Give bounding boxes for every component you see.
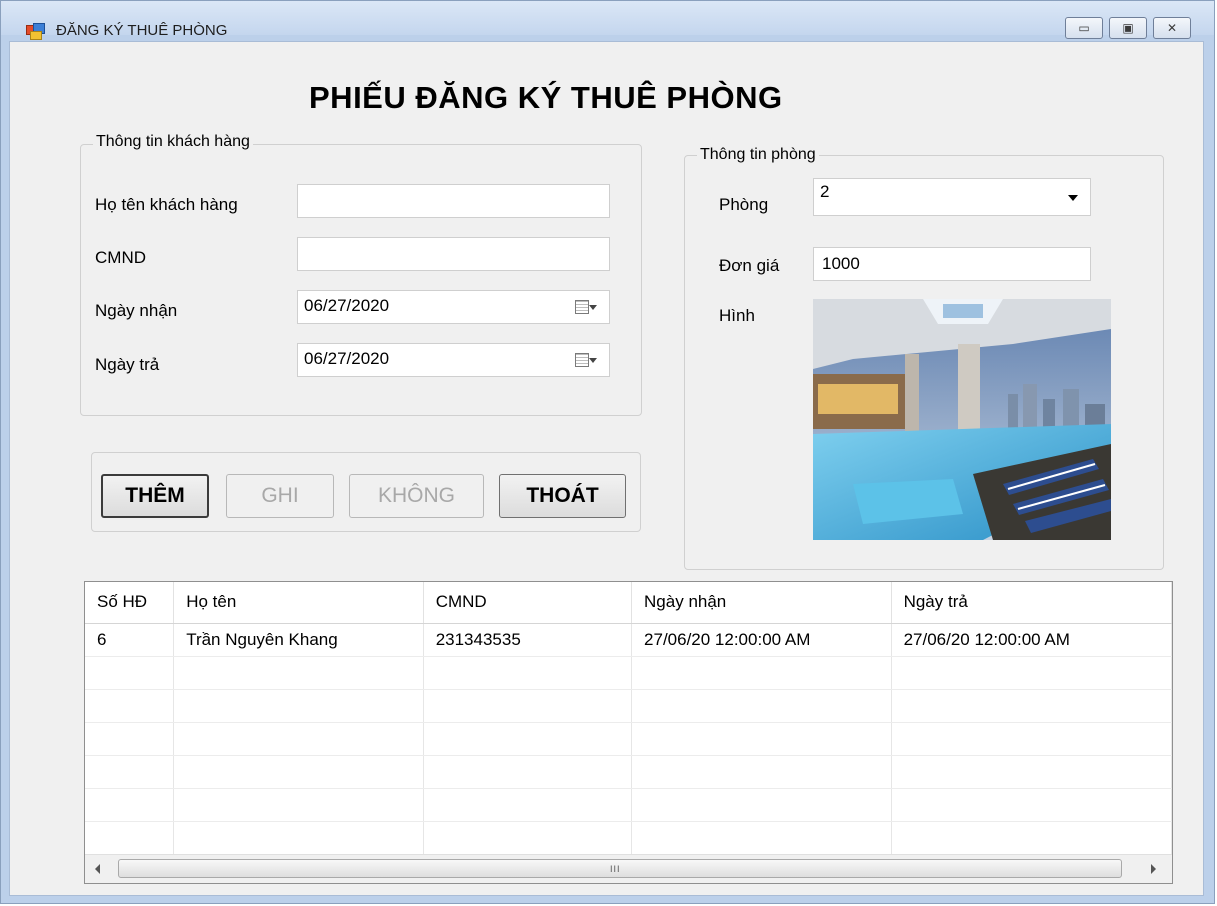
- form-title: PHIẾU ĐĂNG KÝ THUÊ PHÒNG: [309, 80, 783, 115]
- customer-name-label: Họ tên khách hàng: [95, 195, 238, 214]
- calendar-dropdown-icon[interactable]: [575, 353, 597, 368]
- table-cell[interactable]: 27/06/20 12:00:00 AM: [631, 623, 892, 657]
- id-number-input[interactable]: [297, 237, 610, 271]
- checkout-date-value: 06/27/2020: [304, 349, 390, 368]
- image-label: Hình: [719, 306, 755, 325]
- checkin-date-value: 06/27/2020: [304, 296, 390, 315]
- bookings-table: Số HĐ Họ tên CMND Ngày nhận Ngày trả 6 T…: [85, 582, 1172, 855]
- table-cell[interactable]: Trần Nguyên Khang: [173, 623, 424, 657]
- room-select-value: 2: [820, 182, 830, 201]
- room-select[interactable]: 2: [813, 178, 1091, 216]
- bookings-grid[interactable]: Số HĐ Họ tên CMND Ngày nhận Ngày trả 6 T…: [84, 581, 1173, 884]
- column-header[interactable]: CMND: [423, 582, 633, 624]
- scroll-grip: III: [610, 864, 621, 874]
- customer-info-group-label: Thông tin khách hàng: [93, 133, 253, 151]
- customer-name-input[interactable]: [297, 184, 610, 218]
- price-input[interactable]: [813, 247, 1091, 281]
- column-header[interactable]: Số HĐ: [85, 582, 175, 624]
- table-row-empty[interactable]: [85, 689, 1172, 723]
- minimize-icon: ▭: [1078, 21, 1090, 35]
- chevron-down-icon[interactable]: [1068, 195, 1078, 201]
- room-photo: [813, 299, 1111, 540]
- add-button[interactable]: THÊM: [101, 474, 209, 518]
- table-row[interactable]: 6 Trần Nguyên Khang 231343535 27/06/20 1…: [85, 623, 1172, 657]
- cancel-button[interactable]: KHÔNG: [349, 474, 484, 518]
- close-icon: ✕: [1166, 21, 1178, 35]
- room-info-group-label: Thông tin phòng: [697, 146, 819, 164]
- minimize-button[interactable]: ▭: [1065, 17, 1103, 39]
- table-cell[interactable]: 6: [85, 623, 175, 657]
- table-row-empty[interactable]: [85, 788, 1172, 822]
- scroll-right-icon[interactable]: [1151, 864, 1156, 874]
- pool-image: [813, 299, 1111, 540]
- save-button[interactable]: GHI: [226, 474, 334, 518]
- column-header[interactable]: Ngày trả: [891, 582, 1172, 624]
- checkout-date-label: Ngày trả: [95, 355, 160, 374]
- column-header[interactable]: Họ tên: [173, 582, 424, 624]
- column-header[interactable]: Ngày nhận: [631, 582, 892, 624]
- table-row-empty[interactable]: [85, 821, 1172, 855]
- table-row-empty[interactable]: [85, 656, 1172, 690]
- room-label: Phòng: [719, 195, 769, 214]
- price-label: Đơn giá: [719, 256, 780, 275]
- table-cell[interactable]: 27/06/20 12:00:00 AM: [891, 623, 1172, 657]
- maximize-button[interactable]: ▣: [1109, 17, 1147, 39]
- id-number-label: CMND: [95, 248, 146, 267]
- exit-button[interactable]: THOÁT: [499, 474, 626, 518]
- table-row-empty[interactable]: [85, 722, 1172, 756]
- app-icon: [26, 23, 45, 40]
- scroll-left-icon[interactable]: [95, 864, 100, 874]
- checkin-date-picker[interactable]: 06/27/2020: [297, 290, 610, 324]
- grid-header-row: Số HĐ Họ tên CMND Ngày nhận Ngày trả: [85, 582, 1172, 624]
- checkout-date-picker[interactable]: 06/27/2020: [297, 343, 610, 377]
- maximize-icon: ▣: [1122, 21, 1134, 35]
- calendar-dropdown-icon[interactable]: [575, 300, 597, 315]
- window-title: ĐĂNG KÝ THUÊ PHÒNG: [56, 22, 228, 39]
- horizontal-scrollbar[interactable]: III: [85, 854, 1172, 883]
- close-button[interactable]: ✕: [1153, 17, 1191, 39]
- table-row-empty[interactable]: [85, 755, 1172, 789]
- table-cell[interactable]: 231343535: [423, 623, 633, 657]
- checkin-date-label: Ngày nhận: [95, 301, 178, 320]
